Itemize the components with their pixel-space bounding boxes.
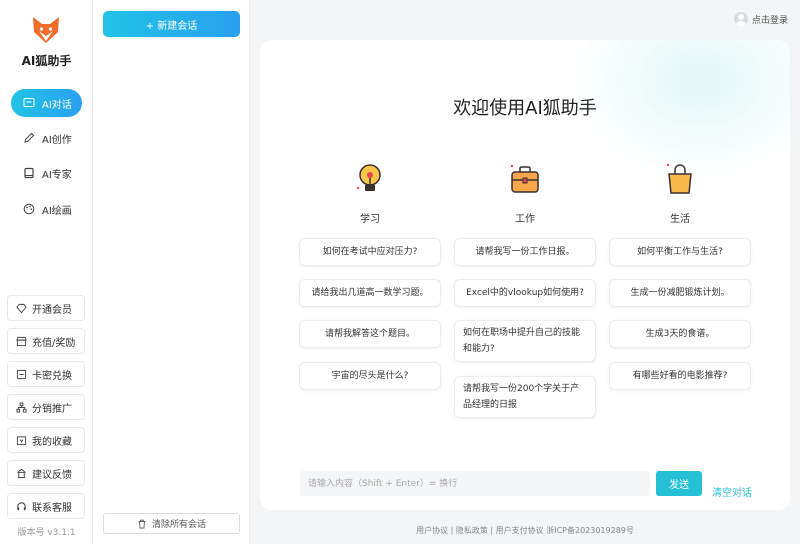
headset-icon — [15, 500, 27, 512]
suggestion-card[interactable]: 如何在职场中提升自己的技能和能力? — [454, 320, 596, 362]
side-button-distribution[interactable]: 分销推广 — [7, 394, 85, 420]
shop-icon — [15, 335, 27, 347]
side-button-label: 卡密兑换 — [32, 370, 72, 382]
side-button-label: 我的收藏 — [32, 436, 72, 448]
login-link[interactable]: 点击登录 — [733, 12, 788, 26]
nav-item-ai-paint[interactable]: AI绘画 — [11, 195, 82, 223]
new-chat-button[interactable]: + 新建会话 — [103, 11, 240, 37]
side-button-label: 联系客服 — [32, 502, 72, 514]
clear-all-sessions-label: 清除所有会话 — [151, 520, 206, 530]
lightbulb-icon — [356, 164, 381, 191]
book-icon — [22, 167, 35, 180]
fox-logo-icon — [33, 17, 59, 43]
clear-all-sessions-button[interactable]: 清除所有会话 — [103, 513, 240, 534]
network-icon — [15, 401, 27, 413]
side-button-favorites[interactable]: 我的收藏 — [7, 427, 85, 453]
side-button-label: 开通会员 — [32, 304, 72, 316]
palette-icon — [22, 203, 35, 216]
footer-links[interactable]: 用户协议 | 隐私政策 | 用户支付协议 浙ICP备2023019289号 — [250, 525, 800, 536]
suggestion-card[interactable]: 宇宙的尽头是什么? — [299, 362, 441, 390]
version-label: 版本号 v3.1.1 — [17, 528, 76, 538]
trash-icon — [138, 519, 146, 528]
suggestion-card[interactable]: 生成一份减肥锻炼计划。 — [609, 279, 751, 307]
nav-item-ai-chat[interactable]: AI对话 — [11, 89, 82, 117]
nav-item-ai-expert[interactable]: AI专家 — [11, 159, 82, 187]
suggestion-card[interactable]: 如何平衡工作与生活? — [609, 238, 751, 266]
card-icon — [15, 368, 27, 380]
suggestion-card[interactable]: 请给我出几道高一数学习题。 — [299, 279, 441, 307]
suggestion-card[interactable]: 生成3天的食谱。 — [609, 320, 751, 348]
session-panel: + 新建会话 清除所有会话 — [93, 0, 250, 544]
suggestion-card[interactable]: 请帮我写一份工作日报。 — [454, 238, 596, 266]
avatar-icon — [733, 12, 748, 26]
send-button[interactable]: 发送 — [656, 471, 702, 496]
side-button-customer-service[interactable]: 联系客服 — [7, 493, 85, 519]
suggestion-card[interactable]: 如何在考试中应对压力? — [299, 238, 441, 266]
nav-item-ai-create[interactable]: AI创作 — [11, 124, 82, 152]
side-button-label: 建议反馈 — [32, 469, 72, 481]
left-rail: AI狐助手 AI对话 AI创作 AI专家 AI绘画 开通会员 充值/奖励 卡密兑… — [0, 0, 93, 544]
bookmark-icon — [15, 434, 27, 446]
chat-card: 欢迎使用AI狐助手 学习 工作 生活 如何在考试中应对压力? 请给我出几道高一数… — [260, 40, 790, 510]
shopping-bag-icon — [666, 163, 692, 194]
nav-item-label: AI对话 — [42, 99, 72, 111]
nav-item-label: AI专家 — [42, 169, 72, 181]
nav-item-label: AI绘画 — [42, 205, 72, 217]
suggestion-card[interactable]: 有哪些好看的电影推荐? — [609, 362, 751, 390]
login-label: 点击登录 — [751, 15, 788, 26]
chat-icon — [22, 97, 35, 110]
pencil-icon — [22, 132, 35, 145]
message-input[interactable] — [300, 471, 650, 496]
column-title-study: 学习 — [360, 214, 380, 225]
feedback-icon — [15, 467, 27, 479]
side-button-label: 充值/奖励 — [32, 337, 76, 349]
diamond-icon — [15, 302, 27, 314]
nav-item-label: AI创作 — [42, 134, 72, 146]
side-button-feedback[interactable]: 建议反馈 — [7, 460, 85, 486]
suggestion-card[interactable]: 请帮我写一份200个字关于产品经理的日报 — [454, 376, 596, 418]
column-title-life: 生活 — [670, 214, 690, 225]
side-button-membership[interactable]: 开通会员 — [7, 295, 85, 321]
side-button-recharge[interactable]: 充值/奖励 — [7, 328, 85, 354]
suggestion-card[interactable]: 请帮我解答这个题目。 — [299, 320, 441, 348]
suggestion-card[interactable]: Excel中的vlookup如何使用? — [454, 279, 596, 307]
side-button-label: 分销推广 — [32, 403, 72, 415]
app-name: AI狐助手 — [21, 54, 72, 68]
welcome-title: 欢迎使用AI狐助手 — [453, 98, 597, 119]
clear-chat-link[interactable]: 清空对话 — [712, 484, 752, 499]
column-title-work: 工作 — [515, 214, 535, 225]
briefcase-icon — [510, 164, 539, 193]
side-button-card-redeem[interactable]: 卡密兑换 — [7, 361, 85, 387]
